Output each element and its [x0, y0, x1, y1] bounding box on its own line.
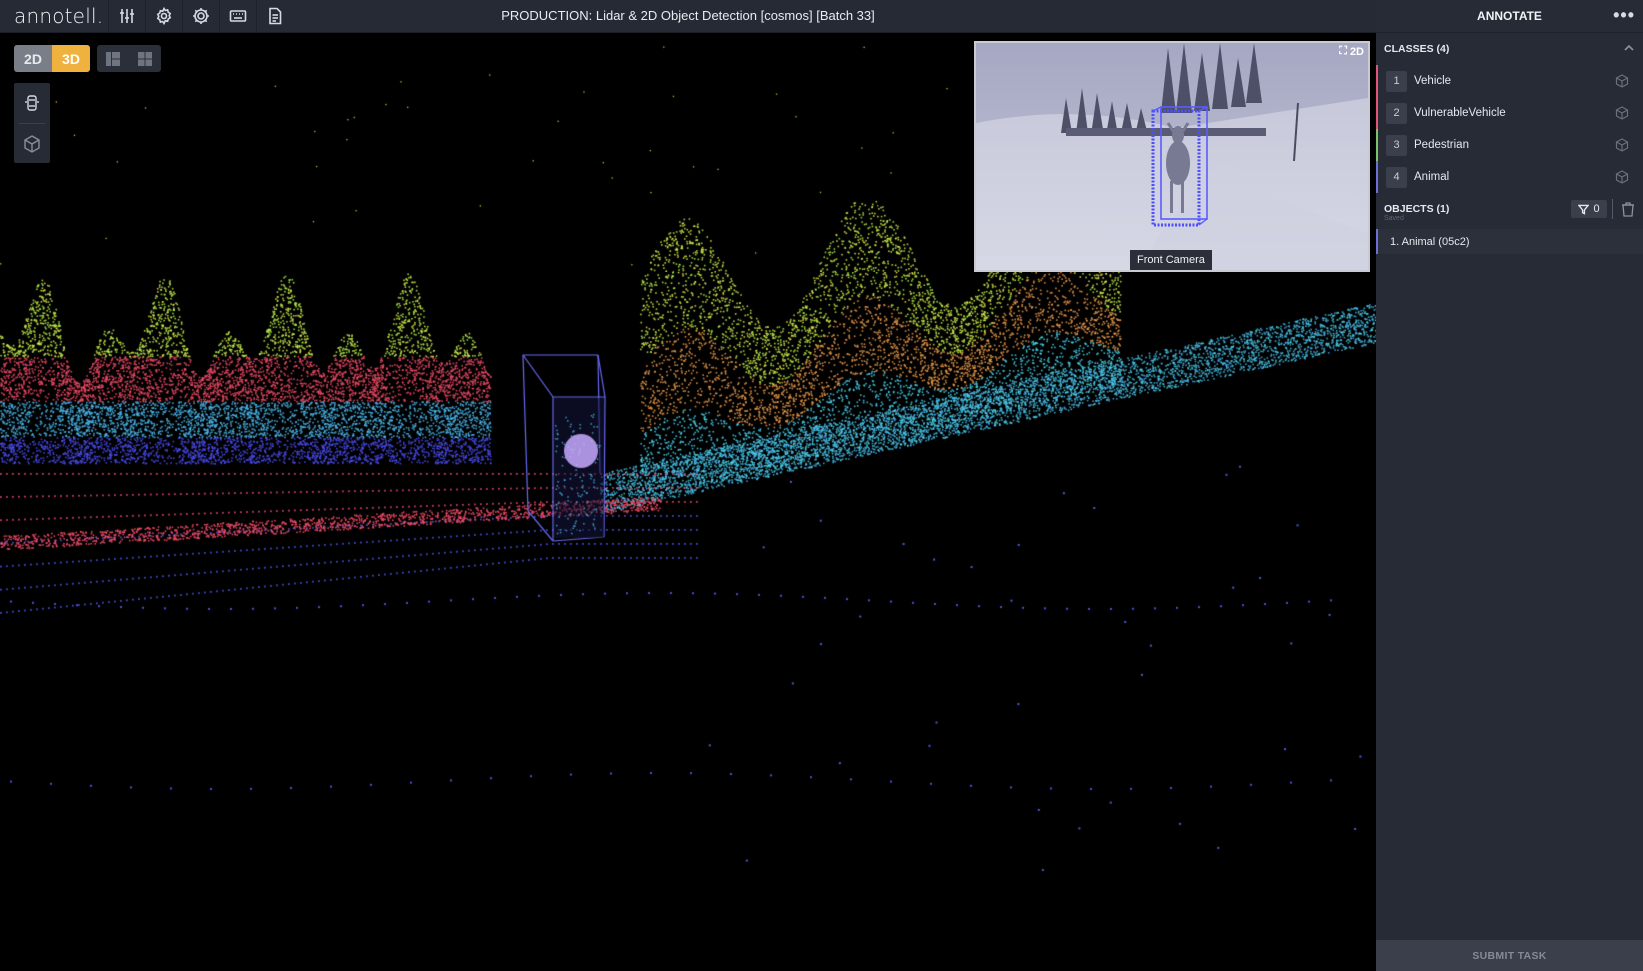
class-label: Vehicle [1414, 75, 1452, 87]
filter-button[interactable]: 0 [1571, 200, 1607, 218]
cuboid-class-icon[interactable] [1615, 106, 1629, 120]
car-view-icon [25, 95, 39, 111]
object-list: 1. Animal (05c2) [1376, 229, 1643, 254]
objects-header: OBJECTS (1) Saved 0 [1376, 193, 1643, 225]
mode-3d-button[interactable]: 3D [52, 45, 90, 72]
layout-toggle [97, 45, 161, 72]
instructions-button[interactable] [256, 0, 293, 33]
object-item[interactable]: 1. Animal (05c2) [1376, 229, 1643, 254]
class-label: Animal [1414, 171, 1450, 183]
chevron-up-icon[interactable] [1623, 42, 1635, 54]
class-item-pedestrian[interactable]: 3 Pedestrian [1376, 129, 1643, 161]
panel-title: ANNOTATE [1477, 9, 1542, 23]
cuboid-tool[interactable] [19, 123, 45, 163]
camera-image [976, 43, 1368, 270]
advanced-settings-button[interactable] [182, 0, 219, 33]
settings-icon [156, 7, 172, 25]
camera-name-label: Front Camera [1130, 250, 1212, 270]
front-camera-inset[interactable]: ⛶ 2D Front Camera [974, 41, 1370, 272]
annotell-logo: annotell. [14, 4, 104, 28]
top-bar: annotell. PRODUCTION: Lidar & 2D Object … [0, 0, 1376, 33]
layout-split-icon [106, 51, 120, 66]
class-list: 1 Vehicle 2 VulnerableVehicle 3 Pedestrian 4 An… [1376, 65, 1643, 193]
class-label: Pedestrian [1414, 139, 1469, 151]
sliders-icon [120, 9, 134, 23]
class-number: 4 [1386, 166, 1407, 188]
class-item-vulnerablevehicle[interactable]: 2 VulnerableVehicle [1376, 97, 1643, 129]
annotate-panel: ANNOTATE ••• CLASSES (4) 1 Vehicle 2 Vulner… [1376, 0, 1643, 971]
saved-status: Saved [1384, 215, 1404, 222]
filter-icon [1578, 204, 1590, 215]
class-item-vehicle[interactable]: 1 Vehicle [1376, 65, 1643, 97]
keyboard-icon [229, 10, 247, 22]
document-icon [269, 7, 282, 25]
camera-view-tool[interactable] [14, 83, 50, 123]
objects-title: OBJECTS (1) [1384, 203, 1450, 215]
cube-icon [24, 134, 40, 153]
class-number: 3 [1386, 134, 1407, 156]
camera-2d-label: 2D [1349, 45, 1364, 58]
divider [1612, 199, 1613, 219]
submit-task-button[interactable]: SUBMIT TASK [1376, 940, 1643, 971]
class-label: VulnerableVehicle [1414, 107, 1506, 119]
view-mode-toggle: 2D 3D [14, 45, 90, 72]
camera-2d-toggle[interactable]: ⛶ 2D [1339, 45, 1364, 58]
layout-grid-button[interactable] [129, 45, 161, 72]
classes-title: CLASSES (4) [1384, 43, 1450, 55]
class-number: 1 [1386, 70, 1407, 92]
class-number: 2 [1386, 102, 1407, 124]
settings-button[interactable] [145, 0, 182, 33]
trash-icon[interactable] [1621, 201, 1635, 217]
task-title: PRODUCTION: Lidar & 2D Object Detection … [501, 8, 875, 23]
keyboard-shortcuts-button[interactable] [219, 0, 256, 33]
settings-gear-icon [193, 8, 209, 24]
cuboid-class-icon[interactable] [1615, 170, 1629, 184]
layout-split-button[interactable] [97, 45, 129, 72]
mode-2d-button[interactable]: 2D [14, 45, 52, 72]
expand-icon: ⛶ [1339, 45, 1347, 57]
cuboid-class-icon[interactable] [1615, 74, 1629, 88]
class-item-animal[interactable]: 4 Animal [1376, 161, 1643, 193]
filter-count: 0 [1593, 203, 1600, 215]
more-options-icon[interactable]: ••• [1613, 5, 1635, 26]
panel-header: ANNOTATE ••• [1376, 0, 1643, 33]
lidar-viewport[interactable]: 2D 3D ⛶ 2D Front Camera [0, 33, 1376, 971]
sliders-button[interactable] [108, 0, 145, 33]
classes-header[interactable]: CLASSES (4) [1376, 33, 1643, 65]
tool-palette [14, 83, 50, 163]
layout-grid-icon [138, 51, 152, 66]
cuboid-class-icon[interactable] [1615, 138, 1629, 152]
